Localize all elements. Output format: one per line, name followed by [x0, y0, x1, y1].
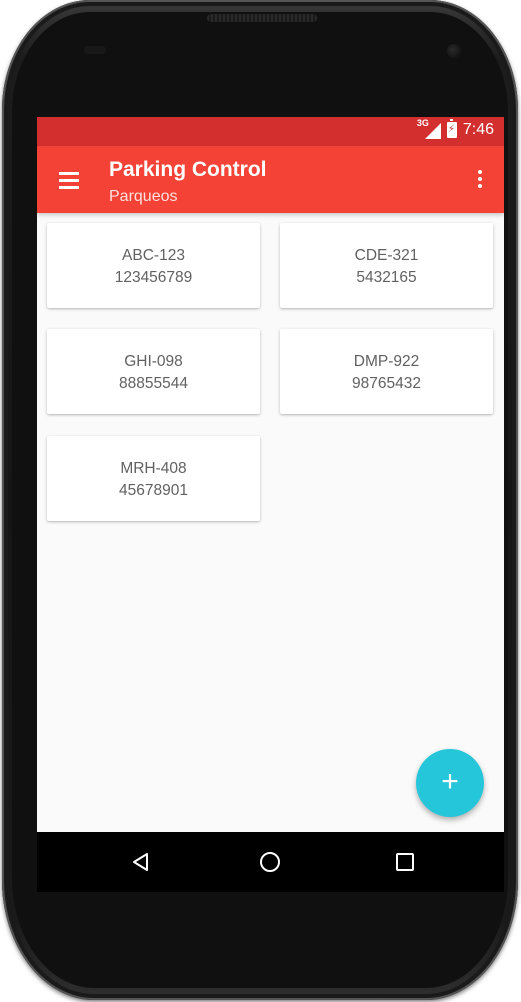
parking-number: 88855544 [119, 375, 188, 392]
parking-number: 5432165 [356, 269, 417, 286]
recent-apps-square-icon[interactable] [396, 853, 414, 871]
more-vert-icon[interactable] [478, 170, 482, 190]
parking-plate: GHI-098 [124, 353, 183, 370]
parking-plate: DMP-922 [353, 353, 420, 370]
add-icon: + [441, 765, 459, 798]
battery-charging-icon: ⚡ [446, 119, 457, 138]
add-parking-button[interactable]: + [416, 749, 484, 817]
earpiece-speaker [207, 14, 317, 22]
parking-number: 98765432 [352, 375, 421, 392]
parking-number: 45678901 [119, 482, 188, 499]
parking-plate: ABC-123 [122, 247, 185, 264]
parking-plate: CDE-321 [354, 247, 419, 264]
parking-card[interactable]: GHI-098 88855544 [47, 329, 260, 414]
toolbar-title: Parking Control [109, 158, 267, 181]
status-time: 7:46 [462, 121, 494, 138]
home-circle-icon[interactable] [260, 852, 280, 872]
parking-card[interactable]: CDE-321 5432165 [280, 223, 493, 308]
front-camera-icon [447, 44, 461, 58]
status-bar: 3G ⚡ 7:46 [37, 117, 504, 146]
parking-card[interactable]: ABC-123 123456789 [47, 223, 260, 308]
system-navigation-bar [37, 832, 504, 892]
parking-card[interactable]: DMP-922 98765432 [280, 329, 493, 414]
app-screen: 3G ⚡ 7:46 Parking Control Parqueos ABC-1… [37, 117, 504, 892]
proximity-sensor [84, 46, 106, 54]
charging-bolt-icon: ⚡ [447, 124, 455, 135]
toolbar-subtitle: Parqueos [109, 188, 178, 205]
hamburger-menu-icon[interactable] [59, 172, 79, 189]
network-type: 3G [416, 118, 429, 128]
parking-plate: MRH-408 [120, 460, 187, 477]
parking-number: 123456789 [114, 269, 193, 286]
app-toolbar: Parking Control Parqueos [37, 146, 504, 213]
parking-card[interactable]: MRH-408 45678901 [47, 436, 260, 521]
signal-icon: 3G [416, 118, 441, 139]
status-indicators: 3G ⚡ 7:46 [416, 118, 494, 139]
back-triangle-icon[interactable] [131, 852, 151, 872]
